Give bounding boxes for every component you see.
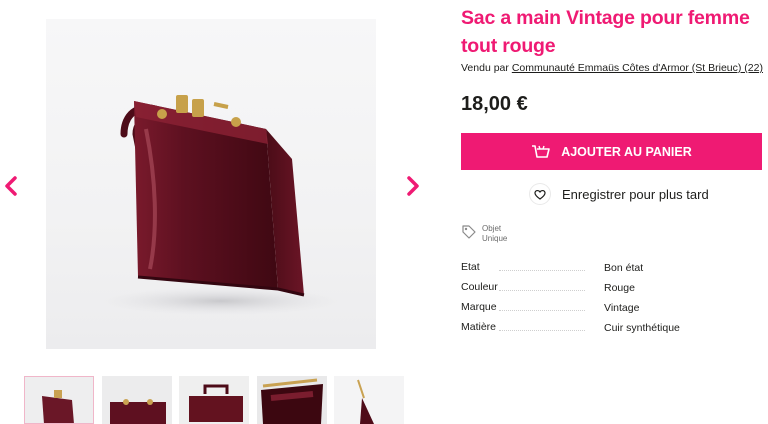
thumbnail-1[interactable] bbox=[24, 376, 94, 424]
add-to-cart-label: AJOUTER AU PANIER bbox=[561, 144, 692, 159]
add-to-cart-button[interactable]: AJOUTER AU PANIER bbox=[461, 133, 762, 170]
spec-label: Marque bbox=[461, 301, 497, 313]
tag-icon bbox=[462, 225, 476, 239]
chevron-right-icon bbox=[407, 176, 419, 196]
spec-value: Bon état bbox=[604, 262, 644, 274]
seller-prefix: Vendu par bbox=[461, 62, 509, 74]
badge-line-2: Unique bbox=[482, 234, 508, 243]
gallery-next-button[interactable] bbox=[400, 171, 424, 201]
unique-item-badge: Objet Unique bbox=[461, 224, 507, 244]
product-title: Sac a main Vintage pour femme tout rouge bbox=[461, 7, 750, 57]
thumbnail-2[interactable] bbox=[102, 376, 172, 424]
spec-divider bbox=[499, 330, 585, 331]
cart-icon bbox=[532, 144, 551, 158]
spec-row-couleur: Couleur Rouge bbox=[461, 281, 761, 301]
spec-value: Cuir synthétique bbox=[604, 322, 680, 334]
spec-value: Vintage bbox=[604, 302, 640, 314]
thumbnail-4[interactable] bbox=[257, 376, 327, 424]
spec-label: Couleur bbox=[461, 281, 498, 293]
seller-line: Vendu par Communauté Emmaüs Côtes d'Armo… bbox=[461, 62, 763, 74]
spec-row-matiere: Matière Cuir synthétique bbox=[461, 321, 761, 341]
thumbnail-3[interactable] bbox=[179, 376, 249, 424]
main-product-image[interactable] bbox=[46, 19, 376, 349]
spec-divider bbox=[499, 290, 585, 291]
gallery-prev-button[interactable] bbox=[0, 171, 24, 201]
save-for-later-label: Enregistrer pour plus tard bbox=[562, 186, 709, 202]
badge-line-1: Objet bbox=[482, 224, 502, 233]
spec-divider bbox=[499, 270, 585, 271]
spec-divider bbox=[499, 310, 585, 311]
product-specs: Etat Bon état Couleur Rouge Marque Vinta… bbox=[461, 261, 761, 341]
spec-row-etat: Etat Bon état bbox=[461, 261, 761, 281]
handbag-photo bbox=[101, 95, 341, 315]
spec-value: Rouge bbox=[604, 282, 635, 294]
chevron-left-icon bbox=[5, 176, 17, 196]
spec-label: Matière bbox=[461, 321, 497, 333]
save-for-later-button[interactable]: Enregistrer pour plus tard bbox=[530, 184, 709, 204]
product-price: 18,00 € bbox=[461, 93, 528, 115]
spec-label: Etat bbox=[461, 261, 480, 273]
heart-icon bbox=[530, 184, 550, 204]
seller-link[interactable]: Communauté Emmaüs Côtes d'Armor (St Brie… bbox=[512, 62, 763, 74]
spec-row-marque: Marque Vintage bbox=[461, 301, 761, 321]
thumbnail-5[interactable] bbox=[334, 376, 404, 424]
